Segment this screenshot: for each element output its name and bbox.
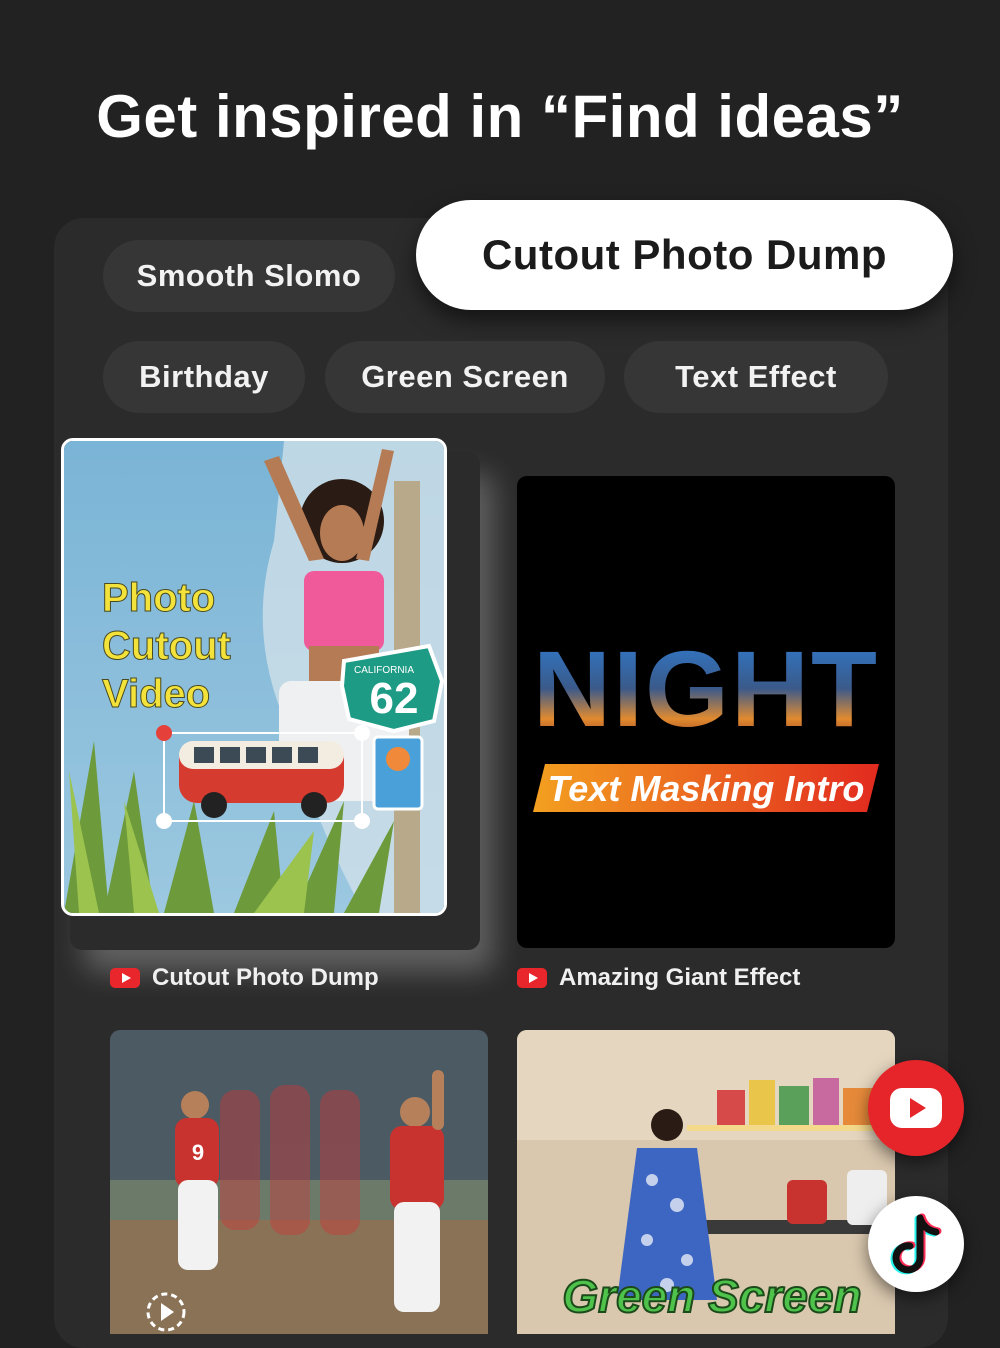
sign-number: 62 xyxy=(370,674,419,723)
overlay-line-2: Cutout xyxy=(102,624,231,668)
tiktok-icon xyxy=(890,1213,942,1275)
page-title: Get inspired in “Find ideas” xyxy=(96,83,904,150)
chip-text-effect[interactable]: Text Effect xyxy=(624,341,888,413)
card-label-cutout: Cutout Photo Dump xyxy=(110,964,379,992)
chip-cutout-photo-dump[interactable]: Cutout Photo Dump xyxy=(416,200,953,310)
player-number: 9 xyxy=(192,1140,204,1165)
cutout-video-thumbnail: CALIFORNIA 62 Photo Cutout Video xyxy=(64,441,444,913)
idea-card-baseball[interactable]: 9 xyxy=(110,1030,488,1334)
overlay-line-1: Photo xyxy=(102,576,215,620)
green-screen-thumbnail: Green Screen xyxy=(517,1030,895,1334)
chip-birthday[interactable]: Birthday xyxy=(103,341,305,413)
card-label-giant-effect: Amazing Giant Effect xyxy=(517,964,800,992)
banner-text: Text Masking Intro xyxy=(548,768,865,809)
night-word: NIGHT xyxy=(533,628,879,749)
overlay-line-3: Video xyxy=(102,672,210,716)
card-title: Amazing Giant Effect xyxy=(559,964,801,991)
idea-card-green-screen[interactable]: Green Screen xyxy=(517,1030,895,1334)
chip-green-screen[interactable]: Green Screen xyxy=(325,341,605,413)
card-title: Cutout Photo Dump xyxy=(152,964,379,991)
idea-card-cutout-photo-dump[interactable]: CALIFORNIA 62 Photo Cutout Video xyxy=(61,438,447,916)
youtube-icon xyxy=(890,1088,942,1128)
youtube-floating-button[interactable] xyxy=(868,1060,964,1156)
baseball-thumbnail: 9 xyxy=(110,1030,488,1334)
idea-card-amazing-giant-effect[interactable]: NIGHT Text Masking Intro xyxy=(517,476,895,948)
green-screen-overlay: Green Screen xyxy=(562,1270,861,1322)
night-text-masking-thumbnail: NIGHT Text Masking Intro xyxy=(533,628,879,812)
youtube-icon xyxy=(517,968,547,988)
tiktok-floating-button[interactable] xyxy=(868,1196,964,1292)
chip-smooth-slomo[interactable]: Smooth Slomo xyxy=(103,240,395,312)
youtube-icon xyxy=(110,968,140,988)
